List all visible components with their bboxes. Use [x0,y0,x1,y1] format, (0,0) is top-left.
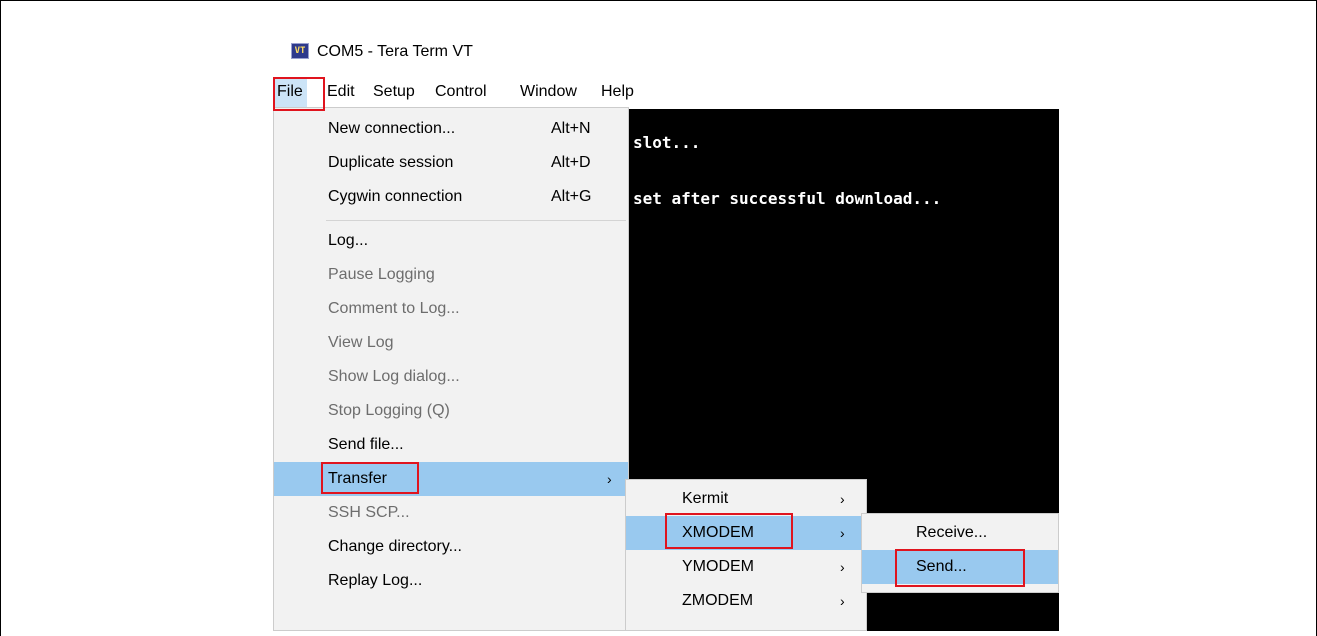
tera-term-app-icon: VT [291,43,309,59]
file-menu-duplicate-session[interactable]: Duplicate session Alt+D [274,146,628,180]
menu-item-label: Cygwin connection [328,188,463,205]
menu-item-label: View Log [328,334,394,351]
window-title: COM5 - Tera Term VT [317,43,473,60]
menu-item-label: Replay Log... [328,572,423,589]
file-menu-pause-logging: Pause Logging [274,258,628,292]
tera-term-window: VT COM5 - Tera Term VT File Edit Setup C… [269,33,1059,631]
menu-item-label: Log... [328,232,369,249]
menu-item-label: Pause Logging [328,266,435,283]
menu-item-label: Change directory... [328,538,462,555]
menu-item-label: Send file... [328,436,404,453]
file-menu-cygwin-connection[interactable]: Cygwin connection Alt+G [274,180,628,214]
menu-item-label: XMODEM [682,524,754,541]
chevron-right-icon: › [840,593,845,609]
file-menu-change-directory[interactable]: Change directory... [274,530,628,564]
file-menu-log[interactable]: Log... [274,224,628,258]
transfer-menu-ymodem[interactable]: YMODEM › [626,550,866,584]
file-menu-transfer[interactable]: Transfer › [274,462,628,496]
menu-item-label: SSH SCP... [328,504,410,521]
title-bar[interactable]: VT COM5 - Tera Term VT [269,33,1059,73]
menu-setup[interactable]: Setup [369,77,419,107]
menu-edit[interactable]: Edit [323,77,359,107]
menu-item-label: New connection... [328,120,456,137]
file-menu-ssh-scp: SSH SCP... [274,496,628,530]
menu-window[interactable]: Window [516,77,581,107]
file-menu-comment-to-log: Comment to Log... [274,292,628,326]
menu-item-label: YMODEM [682,558,754,575]
file-menu-dropdown: New connection... Alt+N Duplicate sessio… [273,107,629,631]
menu-item-label: Comment to Log... [328,300,460,317]
file-menu-stop-logging: Stop Logging (Q) [274,394,628,428]
menu-item-shortcut: Alt+D [551,154,591,171]
terminal-line: set after successful download... [633,189,942,208]
menu-item-label: Kermit [682,490,729,507]
menu-control[interactable]: Control [431,77,491,107]
menu-file[interactable]: File [273,77,307,107]
menu-item-shortcut: Alt+G [551,188,592,205]
menu-item-label: Duplicate session [328,154,454,171]
xmodem-submenu: Receive... Send... [861,513,1059,593]
chevron-right-icon: › [840,491,845,507]
menu-item-shortcut: Alt+N [551,120,591,137]
transfer-menu-kermit[interactable]: Kermit › [626,482,866,516]
menu-separator [326,220,626,221]
file-menu-new-connection[interactable]: New connection... Alt+N [274,112,628,146]
xmodem-menu-send[interactable]: Send... [862,550,1058,584]
menu-item-label: Show Log dialog... [328,368,460,385]
menu-item-label: ZMODEM [682,592,754,609]
chevron-right-icon: › [607,471,612,487]
chevron-right-icon: › [840,525,845,541]
menu-item-label: Send... [916,558,967,575]
file-menu-send-file[interactable]: Send file... [274,428,628,462]
file-menu-view-log: View Log [274,326,628,360]
menu-item-label: Stop Logging (Q) [328,402,450,419]
file-menu-replay-log[interactable]: Replay Log... [274,564,628,598]
menu-help[interactable]: Help [597,77,638,107]
screenshot-frame: VT COM5 - Tera Term VT File Edit Setup C… [0,0,1317,636]
menu-bar: File Edit Setup Control Window Help [269,77,1059,107]
chevron-right-icon: › [840,559,845,575]
menu-item-label: Transfer [328,470,387,487]
transfer-menu-zmodem[interactable]: ZMODEM › [626,584,866,618]
terminal-line: slot... [633,133,701,152]
file-menu-show-log-dialog: Show Log dialog... [274,360,628,394]
xmodem-menu-receive[interactable]: Receive... [862,516,1058,550]
menu-item-label: Receive... [916,524,988,541]
transfer-submenu: Kermit › XMODEM › YMODEM › ZMODEM › [625,479,867,631]
transfer-menu-xmodem[interactable]: XMODEM › [626,516,866,550]
